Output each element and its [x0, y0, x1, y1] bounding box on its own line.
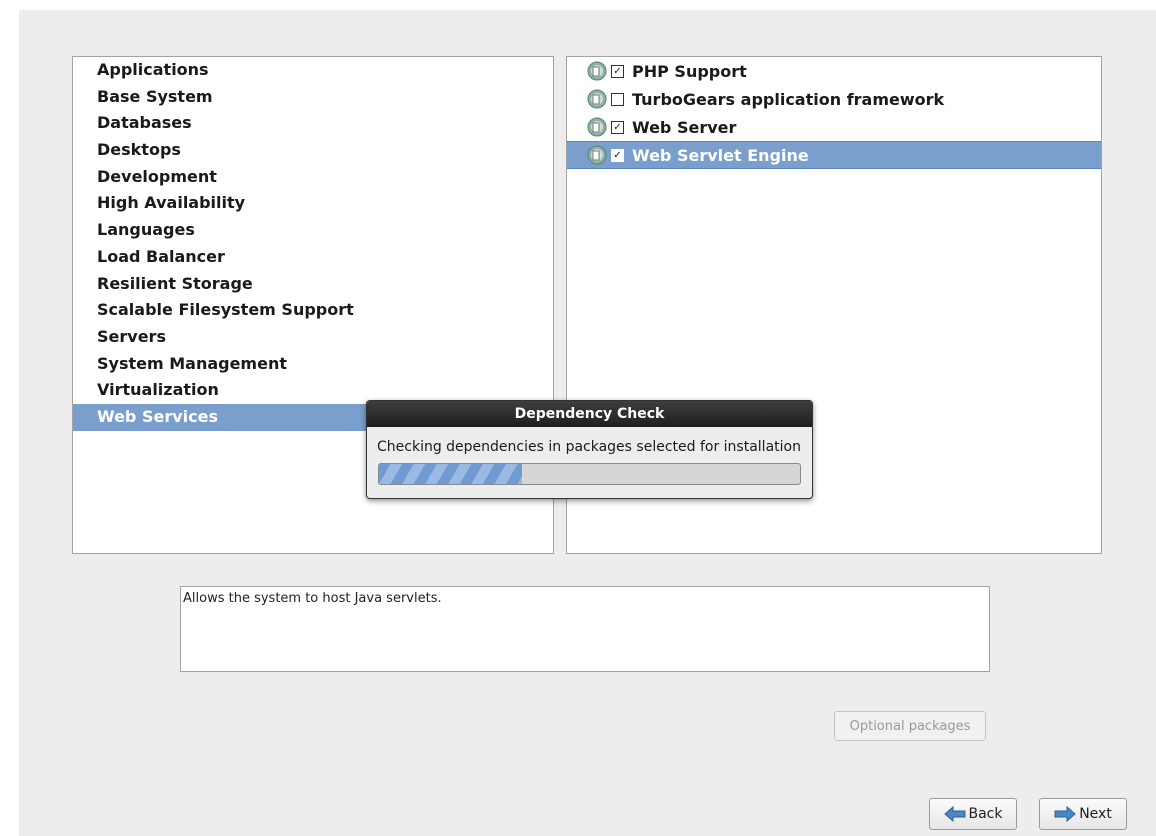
- group-item-resilient-storage[interactable]: Resilient Storage: [73, 271, 553, 298]
- package-label: PHP Support: [632, 61, 747, 81]
- next-button[interactable]: Next: [1039, 798, 1127, 830]
- package-icon: [587, 89, 607, 109]
- package-item-web-server[interactable]: ✓ Web Server: [567, 113, 1101, 141]
- group-item-databases[interactable]: Databases: [73, 110, 553, 137]
- group-item-applications[interactable]: Applications: [73, 57, 553, 84]
- group-item-high-availability[interactable]: High Availability: [73, 190, 553, 217]
- group-item-base-system[interactable]: Base System: [73, 84, 553, 111]
- package-icon: [587, 61, 607, 81]
- back-button[interactable]: Back: [929, 798, 1017, 830]
- dialog-message: Checking dependencies in packages select…: [377, 439, 801, 455]
- next-arrow-icon: [1054, 806, 1076, 822]
- group-item-development[interactable]: Development: [73, 164, 553, 191]
- group-item-languages[interactable]: Languages: [73, 217, 553, 244]
- progress-fill: [379, 464, 523, 484]
- package-label: Web Server: [632, 117, 737, 137]
- dependency-check-dialog: Dependency Check Checking dependencies i…: [366, 400, 813, 499]
- package-description: Allows the system to host Java servlets.: [180, 586, 990, 672]
- package-icon: [587, 145, 607, 165]
- next-button-label: Next: [1079, 806, 1112, 822]
- group-item-servers[interactable]: Servers: [73, 324, 553, 351]
- package-label: Web Servlet Engine: [632, 145, 809, 165]
- group-item-desktops[interactable]: Desktops: [73, 137, 553, 164]
- group-item-scalable-filesystem-support[interactable]: Scalable Filesystem Support: [73, 297, 553, 324]
- package-item-php-support[interactable]: ✓ PHP Support: [567, 57, 1101, 85]
- back-arrow-icon: [943, 806, 965, 822]
- back-button-label: Back: [968, 806, 1003, 822]
- package-item-web-servlet-engine[interactable]: ✓ Web Servlet Engine: [567, 141, 1101, 169]
- progress-bar: [378, 463, 801, 485]
- group-item-system-management[interactable]: System Management: [73, 351, 553, 378]
- package-checkbox[interactable]: [611, 92, 624, 106]
- group-item-load-balancer[interactable]: Load Balancer: [73, 244, 553, 271]
- package-checkbox[interactable]: ✓: [611, 64, 624, 78]
- package-label: TurboGears application framework: [632, 89, 945, 109]
- package-checkbox[interactable]: ✓: [611, 148, 624, 162]
- package-item-turbogears[interactable]: TurboGears application framework: [567, 85, 1101, 113]
- optional-packages-button[interactable]: Optional packages: [834, 711, 986, 741]
- dialog-title: Dependency Check: [367, 401, 812, 427]
- package-checkbox[interactable]: ✓: [611, 120, 624, 134]
- package-icon: [587, 117, 607, 137]
